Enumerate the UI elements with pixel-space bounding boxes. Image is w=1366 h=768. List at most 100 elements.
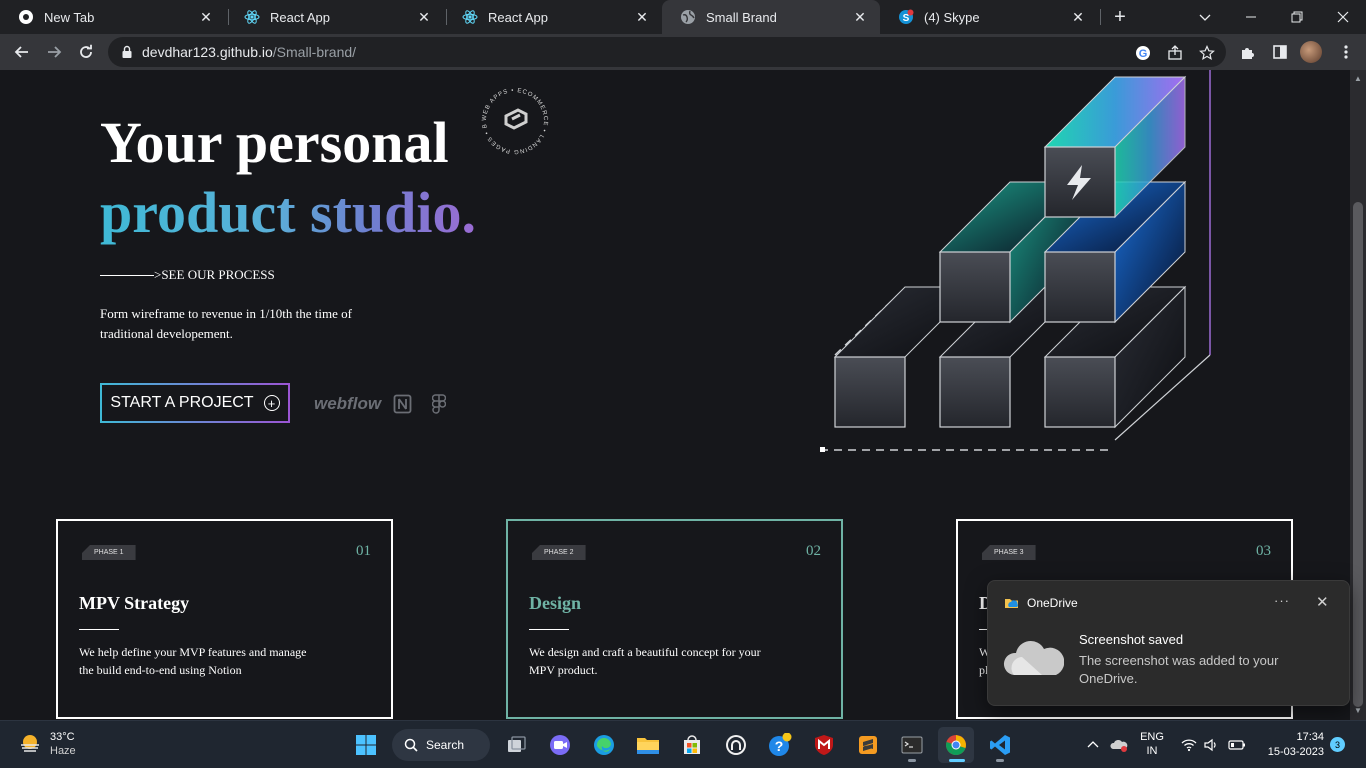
close-icon[interactable]: ✕ [634,9,650,25]
onedrive-notification[interactable]: OneDrive ··· ✕ Screenshot saved The scre… [987,580,1350,706]
start-project-button[interactable]: START A PROJECT + [100,383,290,423]
hero-title-line1: Your personal [100,110,449,175]
taskbar-app-explorer[interactable] [630,727,666,763]
volume-icon [1204,738,1216,752]
onedrive-tray-icon [1110,739,1128,752]
minimize-button[interactable] [1228,0,1274,34]
taskbar-app-chrome[interactable] [938,727,974,763]
page-scrollbar[interactable]: ▲ ▼ [1350,70,1366,720]
language: ENG [1140,731,1164,743]
tab-title: New Tab [44,9,95,25]
start-button[interactable] [348,727,384,763]
bookmark-star-icon[interactable] [1198,44,1216,62]
scroll-down-icon[interactable]: ▼ [1354,706,1362,715]
lock-icon[interactable] [120,45,134,59]
see-process-link[interactable]: >SEE OUR PROCESS [100,267,275,283]
share-icon[interactable] [1166,44,1184,62]
taskbar-app-edge[interactable] [586,727,622,763]
phase-number: 01 [356,543,371,559]
toast-close-button[interactable]: ✕ [1316,593,1329,611]
skype-icon: S [898,9,914,25]
battery-icon [1228,740,1245,750]
taskbar-app-terminal[interactable] [894,727,930,763]
tab-new-tab[interactable]: New Tab ✕ [0,0,226,34]
close-icon[interactable]: ✕ [1070,9,1086,25]
scroll-thumb[interactable] [1353,202,1363,707]
weather-widget[interactable]: 33°C Haze [18,730,76,758]
extensions-icon[interactable] [1238,42,1258,62]
taskbar-app-mcafee[interactable] [806,727,842,763]
sublime-icon [859,736,877,754]
tab-react-app-2[interactable]: React App ✕ [444,0,662,34]
search-icon [404,738,418,752]
taskbar-app-tips[interactable]: ? [762,727,798,763]
tray-volume[interactable] [1200,727,1222,763]
close-icon[interactable]: ✕ [416,9,432,25]
toast-app-name: OneDrive [1027,596,1078,610]
avatar[interactable] [1300,41,1322,63]
clock[interactable]: 17:34 15-03-2023 [1262,730,1324,760]
phase-divider [79,629,119,630]
taskbar-app-github[interactable] [718,727,754,763]
scroll-up-icon[interactable]: ▲ [1354,74,1362,83]
chrome-icon [946,735,966,756]
tab-skype[interactable]: S (4) Skype ✕ [880,0,1098,34]
tab-small-brand[interactable]: Small Brand ✕ [662,0,880,34]
side-panel-icon[interactable] [1270,42,1290,62]
phase-card-2: PHASE 2 02 Design We design and craft a … [506,519,843,719]
language-indicator[interactable]: ENG IN [1136,730,1168,758]
tab-title: (4) Skype [924,9,980,25]
reload-button[interactable] [72,38,100,66]
address-bar[interactable]: devdhar123.github.io/Small-brand/ G [108,37,1226,67]
notification-badge[interactable]: 3 [1330,737,1345,752]
plus-circle-icon: + [263,395,280,411]
back-button[interactable] [8,38,36,66]
phase-description: We help define your MVP features and man… [79,645,307,677]
taskbar: 33°C Haze Search ? ENG IN 17:34 15-03-20… [0,720,1366,768]
weather-condition: Haze [50,745,76,757]
menu-icon[interactable] [1336,42,1356,62]
new-tab-button[interactable]: + [1108,5,1132,29]
react-icon [462,9,478,25]
video-chat-icon [550,735,570,755]
tray-overflow-button[interactable] [1082,727,1104,763]
taskbar-app-sublime[interactable] [850,727,886,763]
close-icon[interactable]: ✕ [852,9,868,25]
tab-search-button[interactable] [1182,0,1228,34]
phase-tag: PHASE 2 [532,545,586,560]
close-icon[interactable]: ✕ [198,9,214,25]
figma-icon [432,394,446,414]
svg-text:G: G [1139,48,1148,60]
taskbar-app-meet[interactable] [542,727,578,763]
phase-tag: PHASE 1 [82,545,136,560]
onedrive-folder-icon [1005,599,1018,608]
language-region: IN [1146,745,1158,757]
taskbar-search[interactable]: Search [392,729,490,761]
taskbar-app-store[interactable] [674,727,710,763]
tab-title: Small Brand [706,9,777,25]
reload-icon [80,44,92,58]
tab-title: React App [488,9,548,25]
tray-wifi[interactable] [1178,727,1200,763]
tab-react-app-1[interactable]: React App ✕ [226,0,444,34]
react-icon [244,9,260,25]
tab-strip: New Tab ✕ React App ✕ React App ✕ Small … [0,0,1366,34]
phase-tag: PHASE 3 [982,545,1036,560]
tray-battery[interactable] [1224,727,1250,763]
tray-onedrive[interactable] [1106,727,1132,763]
process-link-text: >SEE OUR PROCESS [154,267,275,282]
forward-button[interactable] [40,38,68,66]
chevron-down-icon [1199,14,1211,21]
search-label: Search [426,738,465,752]
google-icon[interactable]: G [1134,44,1152,62]
running-indicator [949,759,965,762]
clock-time: 17:34 [1296,731,1324,743]
haze-weather-icon [21,735,39,752]
restore-button[interactable] [1274,0,1320,34]
toast-more-button[interactable]: ··· [1274,593,1290,608]
close-window-button[interactable] [1320,0,1366,34]
task-view-button[interactable] [498,727,534,763]
taskbar-app-vscode[interactable] [982,727,1018,763]
url-host: devdhar123.github.io [142,44,273,60]
folder-icon [637,738,659,754]
